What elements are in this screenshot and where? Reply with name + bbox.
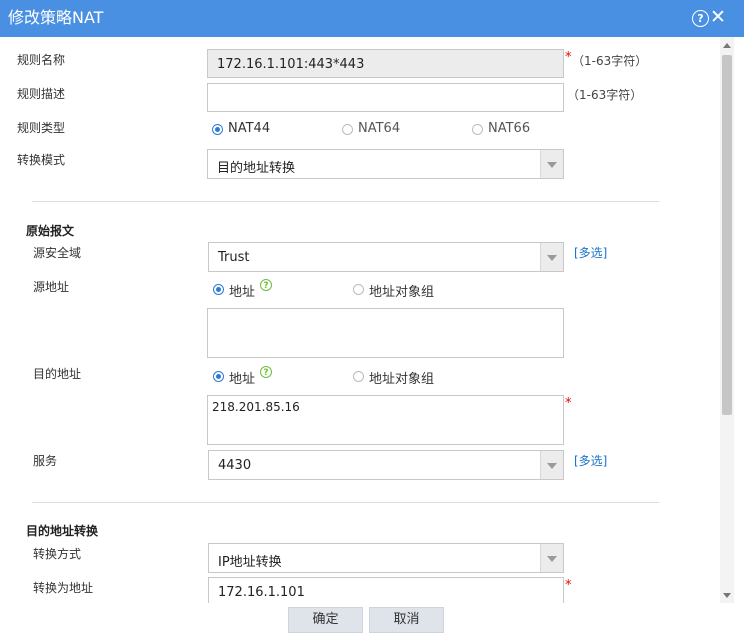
method-label: 转换方式 [33,547,82,561]
chevron-down-icon [547,556,557,562]
vertical-scrollbar[interactable] [720,37,734,603]
rule-desc-label: 规则描述 [17,87,66,101]
src-addr-textarea[interactable] [207,308,564,358]
chevron-down-icon [547,162,557,168]
radio-src-addr-group[interactable] [353,284,364,295]
dst-addr-textarea[interactable]: 218.201.85.16 [207,395,564,445]
dialog-title: 修改策略NAT [8,8,104,27]
chevron-down-icon [547,255,557,261]
to-addr-value: 172.16.1.101 [218,585,305,600]
to-addr-label: 转换为地址 [33,581,94,595]
divider [32,502,659,503]
mode-select[interactable]: 目的地址转换 [207,149,564,179]
radio-nat66-label[interactable]: NAT66 [488,121,530,136]
mode-value: 目的地址转换 [217,161,296,176]
required-mark: * [565,396,572,411]
radio-dst-addr[interactable] [213,371,224,382]
dst-addr-label: 目的地址 [33,367,82,381]
required-mark: * [565,50,572,65]
to-addr-input[interactable]: 172.16.1.101 [208,577,564,603]
help-icon[interactable]: ? [692,10,709,27]
radio-dst-addr-group[interactable] [353,371,364,382]
close-icon[interactable]: ✕ [710,7,726,27]
service-select[interactable]: 4430 [208,450,564,480]
dropdown-arrow[interactable] [540,150,563,178]
src-zone-label: 源安全域 [33,246,82,260]
service-label: 服务 [33,454,58,468]
scroll-down-icon[interactable] [723,593,731,598]
question-icon[interactable]: ? [260,366,272,378]
chevron-down-icon [547,463,557,469]
radio-nat64-label[interactable]: NAT64 [358,121,400,136]
ok-button[interactable]: 确定 [288,607,363,633]
src-zone-value: Trust [218,250,250,265]
rule-desc-input[interactable] [207,83,564,112]
dropdown-arrow[interactable] [540,544,563,572]
method-value: IP地址转换 [218,555,282,570]
mode-label: 转换模式 [17,153,66,167]
divider [32,201,659,202]
rule-desc-hint: （1-63字符） [567,88,643,102]
original-section-title: 原始报文 [26,224,75,238]
dnat-section-title: 目的地址转换 [26,524,99,538]
radio-nat66[interactable] [472,124,483,135]
scroll-up-icon[interactable] [723,43,731,48]
radio-src-addr[interactable] [213,284,224,295]
radio-dst-addr-group-label[interactable]: 地址对象组 [369,368,434,387]
service-multi-select[interactable]: [多选] [574,452,607,469]
radio-src-addr-label[interactable]: 地址 [229,281,255,300]
radio-nat44[interactable] [212,124,223,135]
service-value: 4430 [218,458,252,473]
src-addr-label: 源地址 [33,280,70,294]
dropdown-arrow[interactable] [540,243,563,271]
rule-name-value: 172.16.1.101:443*443 [217,57,365,72]
dropdown-arrow[interactable] [540,451,563,479]
method-select[interactable]: IP地址转换 [208,543,564,573]
question-icon[interactable]: ? [260,279,272,291]
dialog-footer: 确定 取消 [0,603,744,636]
radio-nat64[interactable] [342,124,353,135]
radio-nat44-label[interactable]: NAT44 [228,121,270,136]
rule-type-label: 规则类型 [17,121,66,135]
cancel-button[interactable]: 取消 [369,607,444,633]
dst-addr-value: 218.201.85.16 [212,400,300,414]
scroll-thumb[interactable] [722,55,732,415]
radio-src-addr-group-label[interactable]: 地址对象组 [369,281,434,300]
rule-name-label: 规则名称 [17,53,66,67]
radio-dst-addr-label[interactable]: 地址 [229,368,255,387]
required-mark: * [565,578,572,593]
dialog-titlebar: 修改策略NAT ? ✕ [0,0,744,37]
form-content: 规则名称 172.16.1.101:443*443 * （1-63字符） 规则描… [0,37,720,603]
src-zone-select[interactable]: Trust [208,242,564,272]
rule-name-input[interactable]: 172.16.1.101:443*443 [207,49,564,78]
src-zone-multi-select[interactable]: [多选] [574,244,607,261]
rule-name-hint: （1-63字符） [572,54,648,68]
